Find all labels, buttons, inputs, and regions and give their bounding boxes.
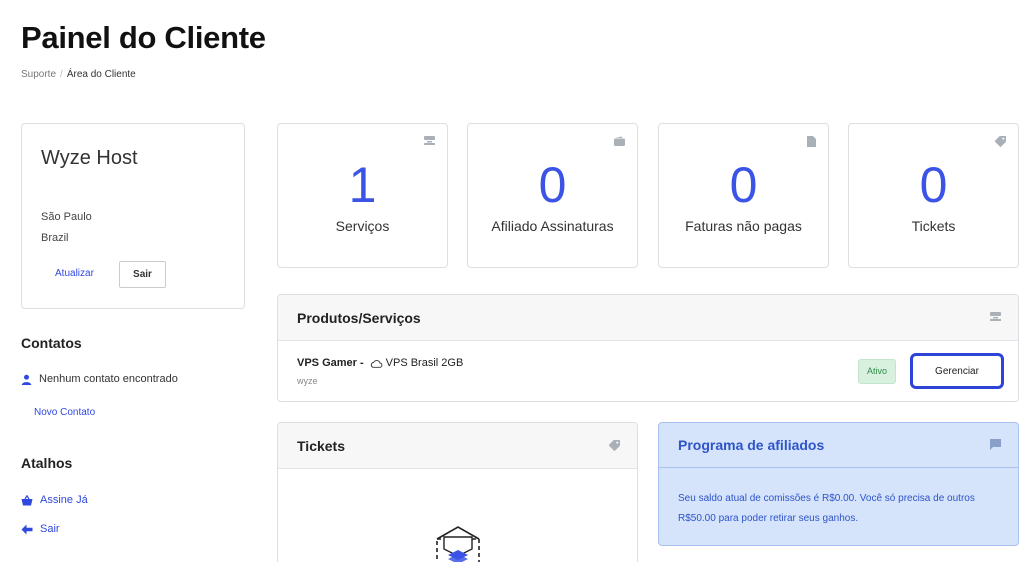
- client-city: São Paulo: [41, 211, 92, 223]
- shortcuts-title: Atalhos: [21, 455, 73, 471]
- arrow-left-icon: [21, 524, 33, 534]
- client-info-card: Wyze Host São Paulo Brazil Atualizar Sai…: [21, 123, 245, 309]
- page-title: Painel do Cliente: [21, 20, 266, 55]
- stat-tile-services[interactable]: 1 Serviços: [277, 123, 448, 268]
- products-panel-header: Produtos/Serviços: [278, 295, 1018, 341]
- manage-button[interactable]: Gerenciar: [910, 353, 1004, 389]
- stat-services-value: 1: [348, 157, 377, 213]
- products-panel-title: Produtos/Serviços: [297, 310, 421, 326]
- stat-tile-affiliate-subscriptions[interactable]: 0 Afiliado Assinaturas: [467, 123, 638, 268]
- tickets-panel-title: Tickets: [297, 438, 345, 454]
- stat-invoices-label: Faturas não pagas: [685, 218, 802, 234]
- stat-affiliate-label: Afiliado Assinaturas: [491, 218, 614, 234]
- stat-invoices-value: 0: [729, 157, 758, 213]
- affiliate-title: Programa de afiliados: [678, 437, 825, 453]
- tickets-panel: Tickets: [277, 422, 638, 562]
- breadcrumb-item-suporte[interactable]: Suporte: [21, 69, 56, 80]
- breadcrumb-item-current: Área do Cliente: [66, 69, 136, 80]
- product-plan: VPS Brasil 2GB: [385, 357, 464, 369]
- server-icon: [424, 136, 435, 145]
- affiliate-panel-header: Programa de afiliados: [659, 423, 1018, 468]
- shortcut-assine-label[interactable]: Assine Já: [40, 494, 88, 506]
- tag-icon: [995, 136, 1006, 147]
- product-domain: wyze: [297, 376, 318, 386]
- client-name: Wyze Host: [41, 147, 138, 169]
- stat-affiliate-value: 0: [538, 157, 567, 213]
- no-contact-row: Nenhum contato encontrado: [21, 373, 178, 385]
- shortcut-sair[interactable]: Sair: [21, 523, 60, 535]
- file-icon: [807, 136, 816, 147]
- update-link[interactable]: Atualizar: [55, 268, 94, 279]
- contacts-title: Contatos: [21, 335, 82, 351]
- basket-icon: [21, 494, 33, 505]
- cloud-icon: [370, 359, 382, 368]
- product-name[interactable]: VPS Gamer - VPS Brasil 2GB: [297, 357, 463, 369]
- logout-button[interactable]: Sair: [119, 261, 166, 288]
- stat-tile-unpaid-invoices[interactable]: 0 Faturas não pagas: [658, 123, 829, 268]
- stat-tickets-label: Tickets: [911, 218, 956, 234]
- stat-services-label: Serviços: [335, 218, 390, 234]
- server-icon: [990, 312, 1001, 321]
- products-panel: Produtos/Serviços VPS Gamer - VPS Brasil…: [277, 294, 1019, 402]
- tickets-panel-header: Tickets: [278, 423, 637, 469]
- no-contact-text: Nenhum contato encontrado: [39, 373, 178, 385]
- tag-icon: [609, 440, 620, 451]
- shortcut-assine[interactable]: Assine Já: [21, 494, 88, 506]
- client-country: Brazil: [41, 232, 69, 244]
- affiliate-text: Seu saldo atual de comissões é R$0.00. V…: [678, 493, 975, 524]
- breadcrumb: Suporte / Área do Cliente: [21, 69, 136, 80]
- stat-tickets-value: 0: [919, 157, 948, 213]
- status-badge: Ativo: [858, 359, 896, 384]
- stat-tile-tickets[interactable]: 0 Tickets: [848, 123, 1019, 268]
- wallet-icon: [614, 136, 625, 146]
- affiliate-panel: Programa de afiliados Seu saldo atual de…: [658, 422, 1019, 546]
- empty-inbox-icon: [436, 526, 480, 562]
- breadcrumb-separator: /: [60, 69, 63, 80]
- user-icon: [21, 374, 32, 385]
- product-title: VPS Gamer -: [297, 357, 364, 369]
- comment-icon: [990, 439, 1001, 450]
- new-contact-link[interactable]: Novo Contato: [34, 407, 95, 418]
- shortcut-sair-label[interactable]: Sair: [40, 523, 60, 535]
